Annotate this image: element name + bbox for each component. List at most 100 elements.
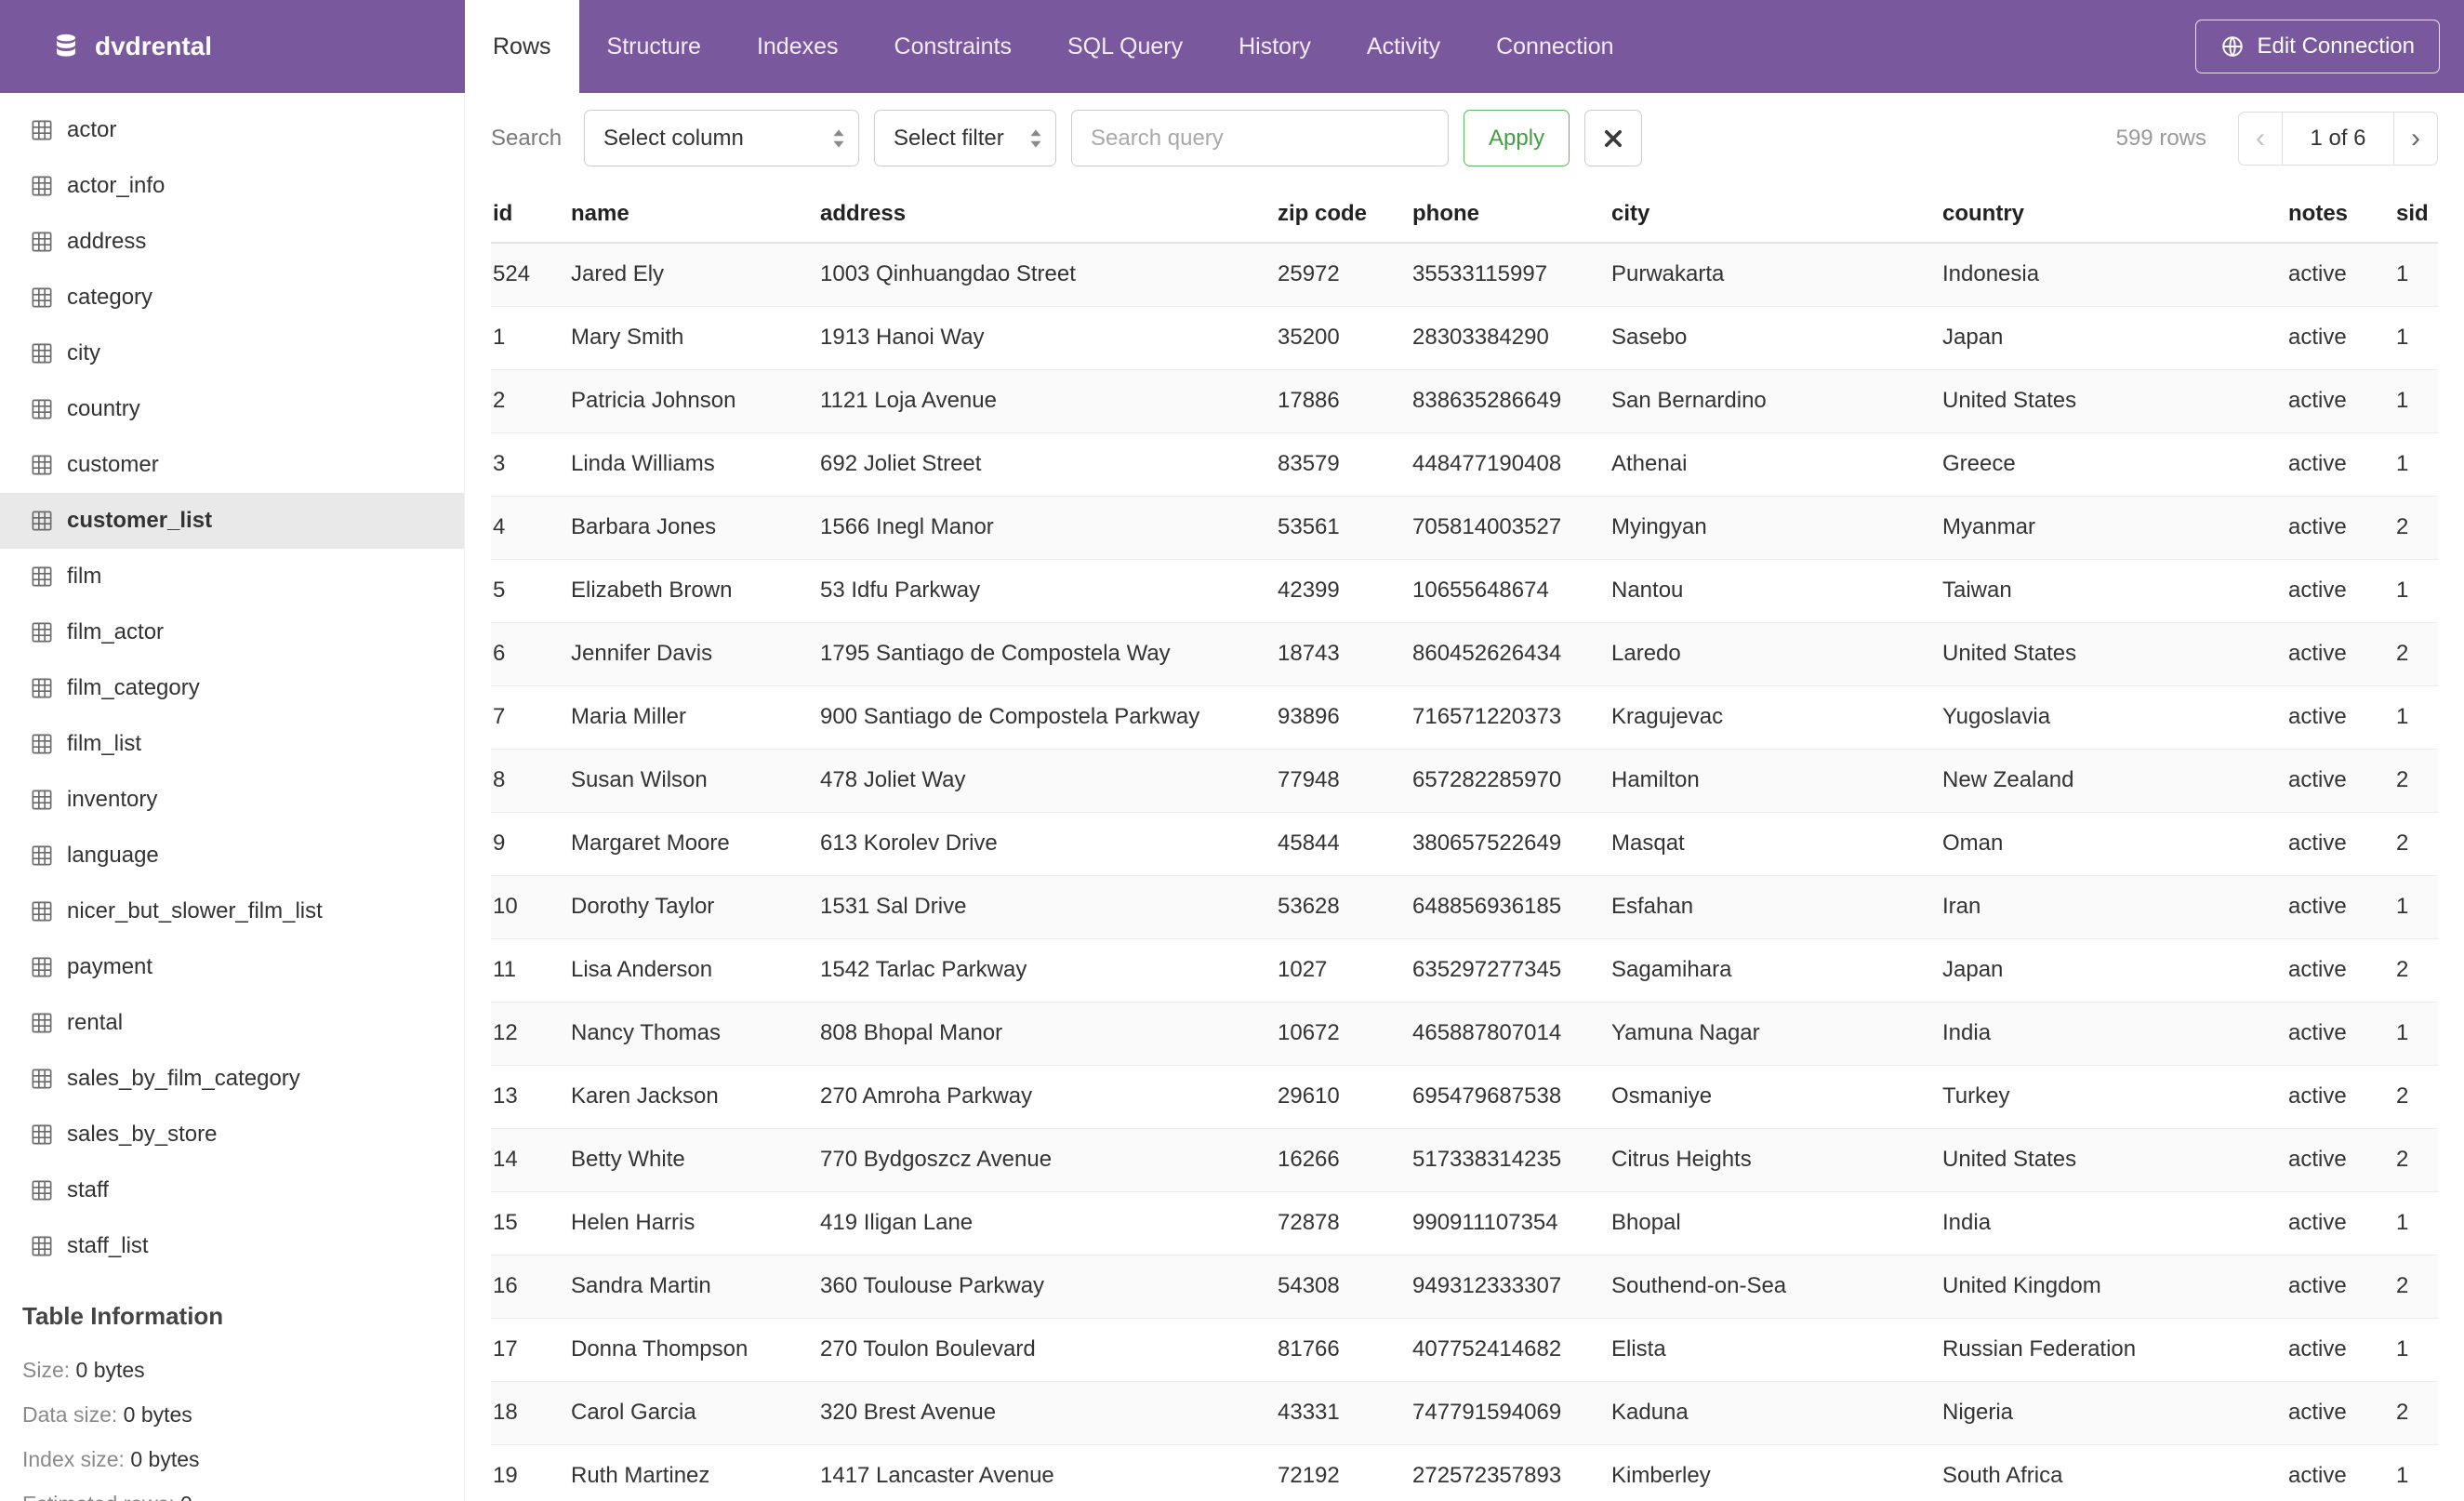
table-cell: 1027 [1276, 938, 1411, 1003]
table-row[interactable]: 16 Sandra Martin 360 Toulouse Parkway 54308… [491, 1255, 2438, 1319]
table-cell: 1566 Inegl Manor [818, 496, 1276, 560]
table-cell: Taiwan [1941, 559, 2286, 623]
sidebar-item-nicer_but_slower_film_list[interactable]: nicer_but_slower_film_list [0, 883, 464, 939]
clear-search-button[interactable] [1584, 110, 1643, 166]
table-info-value: 0 bytes [123, 1402, 192, 1427]
sidebar-item-label: customer_list [67, 508, 213, 533]
table-grid-icon [32, 1180, 52, 1201]
sidebar-item-film_actor[interactable]: film_actor [0, 604, 464, 660]
column-header-name[interactable]: name [569, 185, 818, 244]
sidebar-item-film_list[interactable]: film_list [0, 716, 464, 772]
tab-constraints[interactable]: Constraints [867, 0, 1040, 93]
table-cell: Kimberley [1610, 1444, 1941, 1501]
table-grid-icon [32, 734, 52, 754]
sidebar-item-address[interactable]: address [0, 214, 464, 270]
sidebar-item-country[interactable]: country [0, 381, 464, 437]
column-select[interactable]: Select column [584, 110, 860, 166]
table-cell: 28303384290 [1411, 306, 1610, 370]
table-row[interactable]: 6 Jennifer Davis 1795 Santiago de Composte… [491, 622, 2438, 686]
table-row[interactable]: 4 Barbara Jones 1566 Inegl Manor 53561 70581… [491, 496, 2438, 560]
sidebar-item-customer[interactable]: customer [0, 437, 464, 493]
sidebar-item-staff_list[interactable]: staff_list [0, 1218, 464, 1274]
sidebar-item-film_category[interactable]: film_category [0, 660, 464, 716]
edit-connection-button[interactable]: Edit Connection [2194, 20, 2440, 73]
table-cell: South Africa [1941, 1444, 2286, 1501]
sidebar-item-label: film [67, 564, 102, 589]
table-row[interactable]: 12 Nancy Thomas 808 Bhopal Manor 10672 46588… [491, 1002, 2438, 1066]
tab-connection[interactable]: Connection [1468, 0, 1641, 93]
table-row[interactable]: 14 Betty White 770 Bydgoszcz Avenue 16266 51… [491, 1128, 2438, 1192]
table-cell: 1 [2394, 306, 2438, 370]
tab-activity[interactable]: Activity [1339, 0, 1468, 93]
sidebar-item-sales_by_store[interactable]: sales_by_store [0, 1107, 464, 1162]
table-cell: 18 [491, 1381, 569, 1445]
sidebar-item-city[interactable]: city [0, 325, 464, 381]
column-header-address[interactable]: address [818, 185, 1276, 244]
column-header-zip-code[interactable]: zip code [1276, 185, 1411, 244]
tab-structure[interactable]: Structure [579, 0, 729, 93]
table-cell: active [2286, 685, 2394, 750]
table-cell: Purwakarta [1610, 243, 1941, 307]
tab-history[interactable]: History [1211, 0, 1339, 93]
sidebar-item-film[interactable]: film [0, 549, 464, 604]
table-row[interactable]: 17 Donna Thompson 270 Toulon Boulevard 8176… [491, 1318, 2438, 1382]
sidebar-item-language[interactable]: language [0, 828, 464, 883]
table-row[interactable]: 5 Elizabeth Brown 53 Idfu Parkway 42399 1065… [491, 559, 2438, 623]
table-row[interactable]: 3 Linda Williams 692 Joliet Street 83579 448… [491, 432, 2438, 497]
apply-button[interactable]: Apply [1464, 110, 1570, 166]
sidebar-item-customer_list[interactable]: customer_list [0, 493, 464, 549]
search-query-input[interactable] [1071, 110, 1450, 166]
edit-connection-label: Edit Connection [2257, 33, 2415, 59]
table-row[interactable]: 19 Ruth Martinez 1417 Lancaster Avenue 7219… [491, 1444, 2438, 1501]
next-page-button[interactable]: › [2394, 111, 2438, 166]
table-row[interactable]: 18 Carol Garcia 320 Brest Avenue 43331 74779… [491, 1381, 2438, 1445]
tab-sql-query[interactable]: SQL Query [1040, 0, 1211, 93]
table-cell: 72192 [1276, 1444, 1411, 1501]
column-header-sid[interactable]: sid [2394, 185, 2438, 244]
table-cell: Iran [1941, 875, 2286, 939]
column-select-value: Select column [603, 125, 744, 151]
table-information-rows: Size: 0 bytes Data size: 0 bytes Index siz… [22, 1348, 464, 1501]
table-cell: 360 Toulouse Parkway [818, 1255, 1276, 1319]
table-cell: 53 Idfu Parkway [818, 559, 1276, 623]
sidebar-item-inventory[interactable]: inventory [0, 772, 464, 828]
column-header-id[interactable]: id [491, 185, 569, 244]
table-cell: 14 [491, 1128, 569, 1192]
column-header-city[interactable]: city [1610, 185, 1941, 244]
table-grid-icon [32, 287, 52, 308]
tab-indexes[interactable]: Indexes [729, 0, 867, 93]
table-row[interactable]: 524 Jared Ely 1003 Qinhuangdao Street 25972… [491, 243, 2438, 307]
table-row[interactable]: 8 Susan Wilson 478 Joliet Way 77948 65728228… [491, 749, 2438, 813]
sidebar-item-staff[interactable]: staff [0, 1162, 464, 1218]
sidebar-item-sales_by_film_category[interactable]: sales_by_film_category [0, 1051, 464, 1107]
table-cell: Indonesia [1941, 243, 2286, 307]
sidebar-item-actor[interactable]: actor [0, 102, 464, 158]
table-row[interactable]: 15 Helen Harris 419 Iligan Lane 72878 990911… [491, 1191, 2438, 1255]
column-header-phone[interactable]: phone [1411, 185, 1610, 244]
sidebar-item-rental[interactable]: rental [0, 995, 464, 1051]
sidebar-item-payment[interactable]: payment [0, 939, 464, 995]
sidebar-item-category[interactable]: category [0, 270, 464, 325]
table-row[interactable]: 11 Lisa Anderson 1542 Tarlac Parkway 1027 63… [491, 938, 2438, 1003]
table-row[interactable]: 7 Maria Miller 900 Santiago de Compostela … [491, 685, 2438, 750]
table-row[interactable]: 10 Dorothy Taylor 1531 Sal Drive 53628 64885… [491, 875, 2438, 939]
table-cell: active [2286, 812, 2394, 876]
table-cell: 83579 [1276, 432, 1411, 497]
tab-rows[interactable]: Rows [465, 0, 579, 93]
filter-select[interactable]: Select filter [874, 110, 1057, 166]
previous-page-button[interactable]: ‹ [2238, 111, 2283, 166]
table-row[interactable]: 9 Margaret Moore 613 Korolev Drive 45844 380… [491, 812, 2438, 876]
table-row[interactable]: 13 Karen Jackson 270 Amroha Parkway 29610 69… [491, 1065, 2438, 1129]
close-icon [1604, 129, 1623, 148]
table-grid-icon [32, 232, 52, 252]
table-row[interactable]: 2 Patricia Johnson 1121 Loja Avenue 17886 83… [491, 369, 2438, 433]
column-header-notes[interactable]: notes [2286, 185, 2394, 244]
table-row[interactable]: 1 Mary Smith 1913 Hanoi Way 35200 2830338429… [491, 306, 2438, 370]
table-cell: active [2286, 1255, 2394, 1319]
table-cell: active [2286, 1318, 2394, 1382]
table-cell: active [2286, 938, 2394, 1003]
search-label: Search [491, 125, 563, 151]
sidebar-item-actor_info[interactable]: actor_info [0, 158, 464, 214]
sidebar-item-label: language [67, 843, 159, 868]
column-header-country[interactable]: country [1941, 185, 2286, 244]
